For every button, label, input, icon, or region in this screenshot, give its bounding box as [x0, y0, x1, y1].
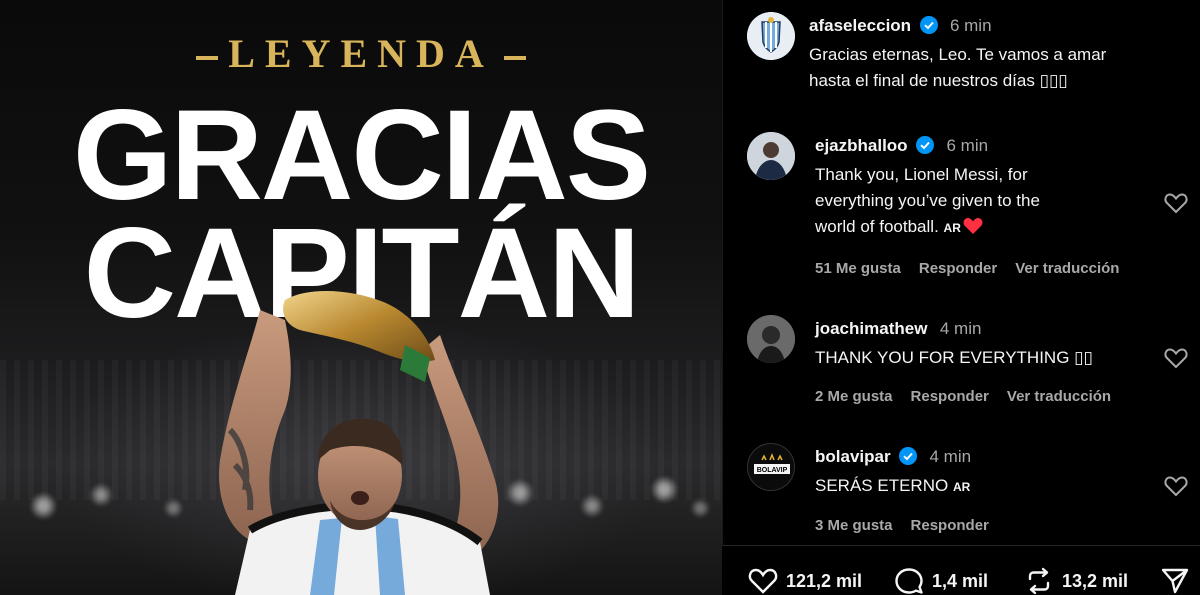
- red-heart-emoji-icon: [963, 218, 983, 234]
- bolavip-logo-icon: BOLAVIP: [748, 444, 794, 490]
- translate-button[interactable]: Ver traducción: [1015, 260, 1119, 277]
- reply-button[interactable]: Responder: [911, 388, 989, 405]
- verified-badge-icon: [916, 136, 935, 154]
- share-paper-plane-icon[interactable]: [1160, 566, 1190, 595]
- afa-crest-icon: [747, 12, 795, 60]
- flag-tag: AR: [952, 480, 971, 494]
- reply-button[interactable]: Responder: [911, 517, 989, 534]
- post-image[interactable]: LEYENDA GRACIAS CAPITÁN: [0, 0, 722, 595]
- comments-panel: afaseleccion 6 min Gracias eternas, Leo.…: [722, 0, 1200, 595]
- comment-text-line: world of football. AR: [815, 214, 1040, 241]
- comment-text-line: THANK YOU FOR EVERYTHING ▯▯: [815, 348, 1093, 367]
- svg-text:BOLAVIP: BOLAVIP: [757, 467, 788, 474]
- player-with-trophy-illustration: [219, 290, 499, 595]
- verified-badge-icon: [899, 447, 918, 465]
- post-action-bar: 121,2 mil 1,4 mil 13,2 mil: [722, 545, 1200, 595]
- avatar[interactable]: [747, 315, 795, 363]
- repost-icon[interactable]: [1024, 566, 1054, 595]
- translate-button[interactable]: Ver traducción: [1007, 388, 1111, 405]
- comment-text-line: Gracias eternas, Leo. Te vamos a amar: [809, 45, 1107, 64]
- comment-text-fragment: SERÁS ETERNO: [815, 476, 949, 495]
- comment-item: joachimathew 4 min THANK YOU FOR EVERYTH…: [723, 305, 1200, 420]
- comment-meta: 2 Me gusta Responder Ver traducción: [815, 388, 1129, 405]
- comment-text: SERÁS ETERNO AR: [815, 473, 970, 500]
- repost-action[interactable]: 13,2 mil: [1024, 566, 1128, 595]
- share-action[interactable]: [1160, 566, 1190, 595]
- comment-time[interactable]: 4 min: [930, 447, 972, 466]
- comment-like-heart-icon[interactable]: [1163, 473, 1189, 499]
- comment-like-count[interactable]: 51 Me gusta: [815, 260, 901, 277]
- comment-text-fragment: world of football.: [815, 217, 939, 236]
- comment-meta: 51 Me gusta Responder Ver traducción: [815, 260, 1137, 277]
- comment-like-heart-icon[interactable]: [1163, 190, 1189, 216]
- comment-text-line: Thank you, Lionel Messi, for: [815, 165, 1028, 184]
- legend-title: LEYENDA: [0, 30, 722, 77]
- comment-username[interactable]: afaseleccion: [809, 16, 911, 35]
- reply-button[interactable]: Responder: [919, 260, 997, 277]
- comment-like-count[interactable]: 2 Me gusta: [815, 388, 893, 405]
- avatar[interactable]: [747, 12, 795, 60]
- comment-time[interactable]: 6 min: [950, 16, 992, 35]
- comment-username[interactable]: joachimathew: [815, 319, 927, 338]
- user-photo-icon: [747, 132, 795, 180]
- comment-action[interactable]: 1,4 mil: [894, 566, 988, 595]
- comment-text-line: hasta el final de nuestros días ▯▯▯: [809, 71, 1068, 90]
- like-action[interactable]: 121,2 mil: [748, 566, 862, 595]
- heart-icon[interactable]: [748, 566, 778, 595]
- comment-text-line: SERÁS ETERNO AR: [815, 473, 970, 500]
- legend-dash-left: [196, 55, 219, 60]
- comment-time[interactable]: 6 min: [946, 136, 988, 155]
- comment-text: Thank you, Lionel Messi, for everything …: [815, 162, 1040, 241]
- comment-item: ejazbhalloo 6 min Thank you, Lionel Mess…: [723, 120, 1200, 290]
- flag-tag: AR: [943, 221, 961, 235]
- legend-word: LEYENDA: [228, 31, 494, 76]
- headline-line-1: GRACIAS: [72, 84, 651, 227]
- user-photo-icon: [747, 315, 795, 363]
- comment-text: Gracias eternas, Leo. Te vamos a amar ha…: [809, 42, 1106, 94]
- avatar[interactable]: [747, 132, 795, 180]
- caption-comment: afaseleccion 6 min Gracias eternas, Leo.…: [723, 0, 1200, 110]
- avatar[interactable]: BOLAVIP: [747, 443, 795, 491]
- comment-username[interactable]: bolavipar: [815, 447, 891, 466]
- comment-text-line: everything you’ve given to the: [815, 191, 1040, 210]
- like-count: 121,2 mil: [786, 570, 863, 591]
- comment-like-heart-icon[interactable]: [1163, 345, 1189, 371]
- comment-meta: 3 Me gusta Responder: [815, 517, 1007, 534]
- verified-badge-icon: [919, 16, 938, 34]
- comment-item: BOLAVIP bolavipar 4 min SERÁS ETERNO AR …: [723, 435, 1200, 545]
- comment-time[interactable]: 4 min: [940, 319, 982, 338]
- comment-like-count[interactable]: 3 Me gusta: [815, 517, 893, 534]
- comment-bubble-icon[interactable]: [894, 566, 924, 595]
- comment-text: THANK YOU FOR EVERYTHING ▯▯: [815, 345, 1093, 371]
- comment-count: 1,4 mil: [932, 570, 989, 591]
- repost-count: 13,2 mil: [1062, 570, 1129, 591]
- legend-dash-right: [503, 55, 526, 60]
- comment-username[interactable]: ejazbhalloo: [815, 136, 908, 155]
